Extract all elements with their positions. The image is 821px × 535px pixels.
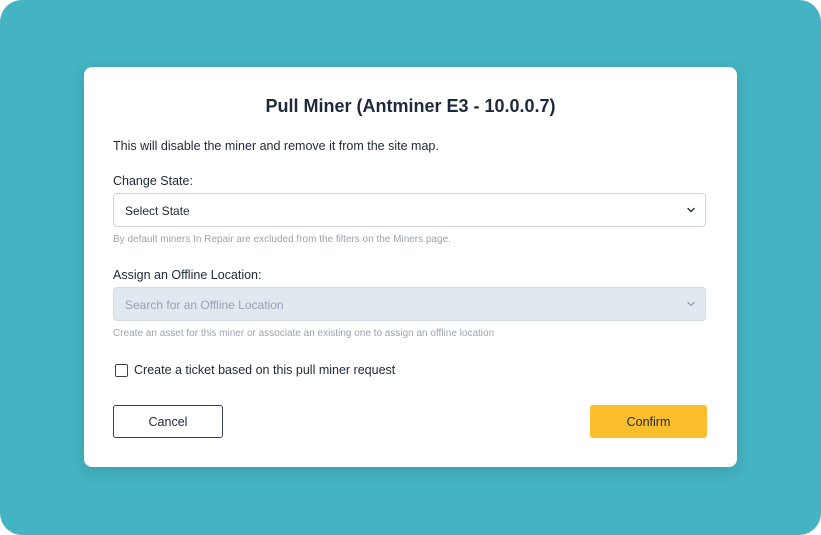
offline-location-label: Assign an Offline Location:	[113, 268, 262, 282]
change-state-value: Select State	[125, 204, 190, 218]
create-ticket-checkbox[interactable]	[115, 363, 128, 377]
cancel-button[interactable]: Cancel	[113, 405, 223, 438]
create-ticket-label[interactable]: Create a ticket based on this pull miner…	[134, 363, 395, 377]
offline-location-placeholder: Search for an Offline Location	[125, 298, 284, 312]
change-state-hint: By default miners In Repair are excluded…	[113, 234, 451, 245]
change-state-select[interactable]: Select State	[113, 193, 706, 227]
offline-location-hint: Create an asset for this miner or associ…	[113, 328, 495, 339]
dialog-title: Pull Miner (Antminer E3 - 10.0.0.7)	[265, 96, 556, 116]
change-state-label: Change State:	[113, 174, 193, 188]
chevron-down-icon	[687, 301, 695, 307]
confirm-button[interactable]: Confirm	[590, 405, 707, 438]
pull-miner-dialog: Pull Miner (Antminer E3 - 10.0.0.7) This…	[84, 67, 737, 467]
create-ticket-option[interactable]: Create a ticket based on this pull miner…	[115, 363, 395, 377]
chevron-down-icon	[687, 207, 695, 213]
dialog-description: This will disable the miner and remove i…	[113, 139, 439, 153]
offline-location-search[interactable]: Search for an Offline Location	[113, 287, 706, 321]
